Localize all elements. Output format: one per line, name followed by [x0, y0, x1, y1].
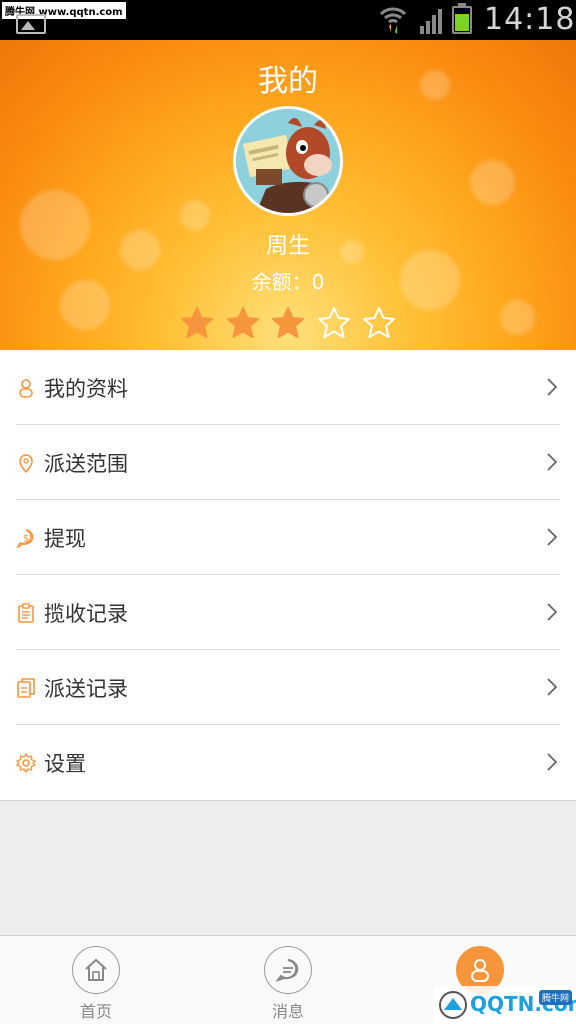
- signal-icon: [420, 9, 442, 34]
- star-filled-icon: [272, 307, 304, 338]
- menu-item-delivery-records[interactable]: 派送记录: [0, 650, 576, 725]
- user-icon: [19, 378, 33, 398]
- menu-item-label: 设置: [44, 751, 86, 776]
- wifi-icon: [379, 7, 407, 34]
- nav-label: 消息: [271, 1002, 304, 1021]
- status-clock: 14:18: [484, 2, 576, 37]
- home-icon: [85, 958, 107, 981]
- username: 周生: [265, 234, 310, 259]
- balance-value: 0: [311, 270, 325, 294]
- watermark-bottom-right: QQTN.com 腾牛网: [434, 986, 576, 1024]
- message-icon: [275, 959, 299, 982]
- watermark-badge: 腾牛网: [538, 990, 572, 1005]
- balance-label: 余额：: [251, 270, 312, 294]
- gallery-notification-icon: [16, 14, 46, 34]
- star-filled-icon: [226, 307, 259, 338]
- menu-item-label: 派送范围: [44, 451, 128, 476]
- money-icon: $: [16, 528, 34, 548]
- menu-item-my-profile[interactable]: 我的资料: [0, 350, 576, 425]
- page-title: 我的: [258, 64, 318, 99]
- documents-icon: [17, 677, 35, 698]
- horse-mascot-icon: [236, 109, 340, 213]
- menu-item-withdraw[interactable]: $ 提现: [0, 500, 576, 575]
- menu-item-label: 派送记录: [44, 676, 128, 701]
- balance: 余额：0: [0, 266, 576, 295]
- gear-icon: [16, 752, 36, 773]
- chevron-right-icon: [547, 603, 558, 621]
- menu-item-pickup-records[interactable]: 揽收记录: [0, 575, 576, 650]
- chevron-right-icon: [547, 453, 558, 471]
- menu-item-label: 揽收记录: [44, 601, 128, 626]
- menu-item-delivery-range[interactable]: 派送范围: [0, 425, 576, 500]
- nav-label: 首页: [79, 1002, 112, 1021]
- star-empty-icon: [363, 307, 395, 338]
- nav-home-circle: [72, 946, 120, 994]
- rating-stars: [180, 306, 396, 340]
- avatar[interactable]: [233, 106, 343, 216]
- profile-menu: 我的资料 派送范围 $ 提现 揽收记录 派送记录 设置: [0, 350, 576, 801]
- menu-item-settings[interactable]: 设置: [0, 725, 576, 800]
- menu-item-label: 我的资料: [44, 376, 128, 401]
- star-filled-icon: [181, 307, 213, 338]
- menu-item-label: 提现: [44, 526, 86, 551]
- star-empty-icon: [317, 307, 350, 338]
- location-pin-icon: [19, 453, 33, 473]
- svg-text:$: $: [23, 533, 29, 544]
- clipboard-icon: [18, 602, 34, 623]
- status-bar: 腾牛网 www.qqtn.com 14:18: [0, 0, 576, 40]
- profile-header: 我的 周生 余额：0: [0, 40, 576, 350]
- nav-messages-circle: [264, 946, 312, 994]
- chevron-right-icon: [547, 753, 558, 771]
- watermark-logo-icon: [439, 991, 467, 1019]
- battery-icon: [452, 3, 472, 34]
- chevron-right-icon: [547, 528, 558, 546]
- nav-tab-home[interactable]: 首页: [56, 946, 136, 1022]
- user-icon: [471, 959, 489, 982]
- chevron-right-icon: [547, 678, 558, 696]
- nav-tab-messages[interactable]: 消息: [248, 946, 328, 1022]
- chevron-right-icon: [547, 378, 558, 396]
